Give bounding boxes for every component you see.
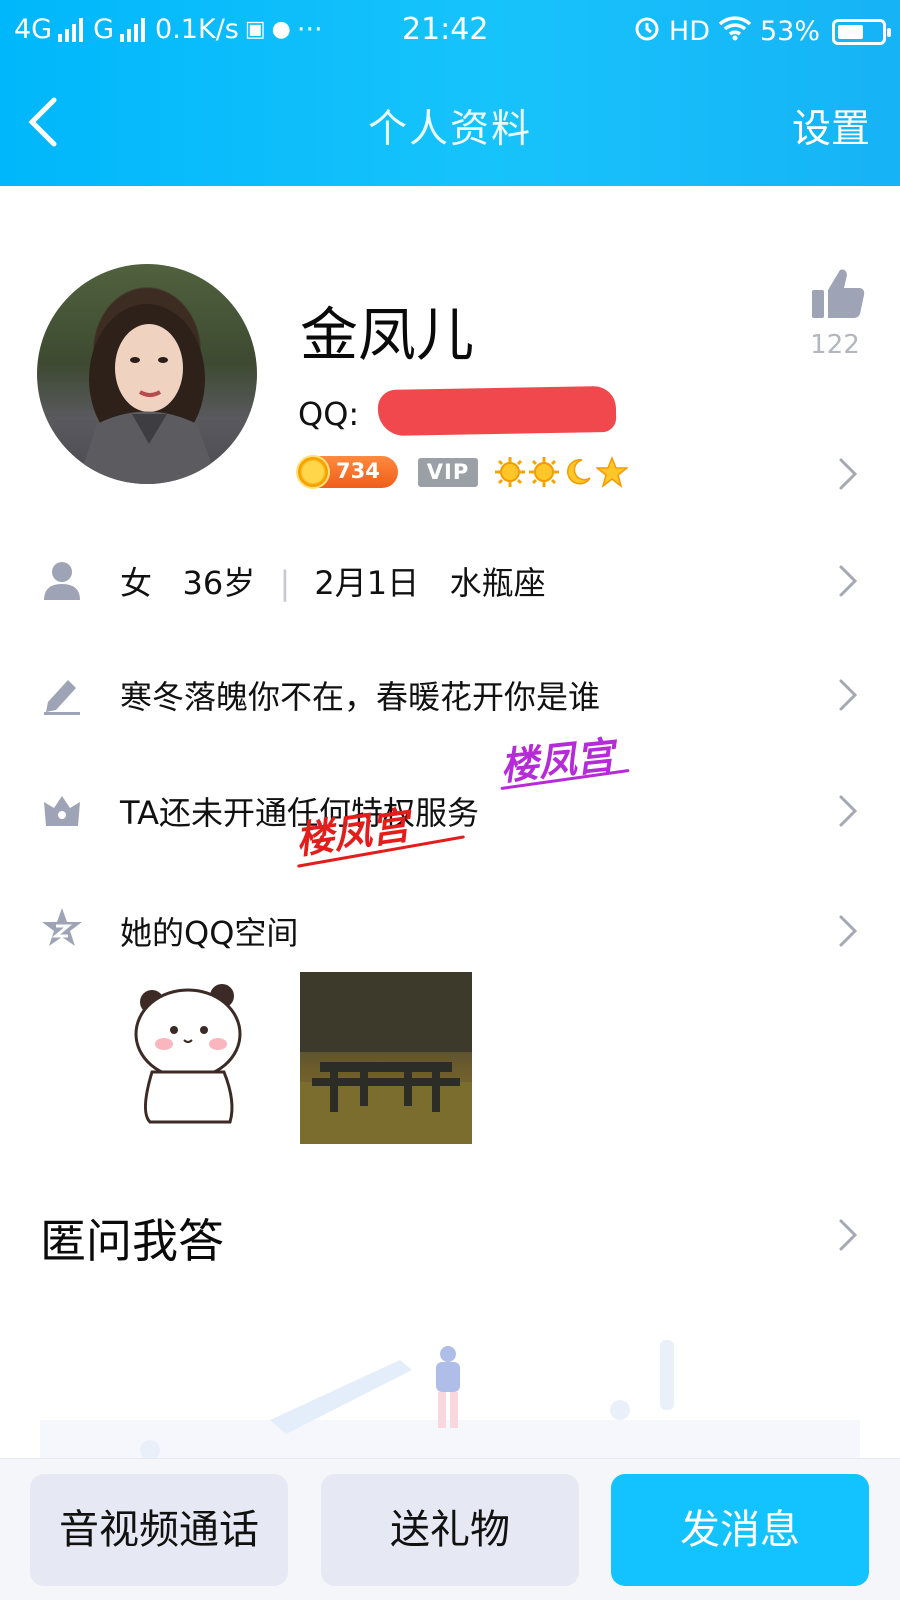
status-left: 4G G 0.1K/s ▣ ● ··· — [14, 14, 323, 45]
battery-percent: 53% — [759, 16, 820, 47]
level-badge[interactable]: 734 — [296, 455, 398, 489]
hd-label: HD — [668, 16, 710, 47]
row-basic-info[interactable]: 女 36岁 | 2月1日 水瓶座 — [0, 540, 900, 620]
header: 4G G 0.1K/s ▣ ● ··· 21:42 HD 53% 个人资料 设置 — [0, 0, 900, 186]
like-button[interactable] — [808, 266, 868, 326]
signature-text: 寒冬落魄你不在，春暖花开你是谁 — [120, 678, 601, 716]
redacted-qq-number — [377, 385, 617, 437]
wifi-icon — [718, 15, 752, 48]
no-sim-icon: ▣ — [244, 17, 266, 42]
net-speed: 0.1K/s — [155, 14, 239, 45]
video-call-button[interactable]: 音视频通话 — [30, 1474, 288, 1586]
chevron-right-icon — [838, 564, 858, 598]
qzone-photo-bear[interactable] — [130, 972, 250, 1132]
signal-icon-2 — [120, 17, 146, 42]
qa-section-title[interactable]: 匿问我答 — [40, 1205, 224, 1271]
status-right: HD 53% — [633, 14, 891, 49]
battery-icon — [832, 18, 891, 45]
divider: | — [279, 564, 291, 602]
page-title: 个人资料 — [367, 107, 532, 152]
thumbs-up-icon — [812, 269, 865, 318]
qzone-star-icon — [40, 906, 84, 950]
settings-button[interactable]: 设置 — [792, 98, 870, 154]
qq-number-label: QQ: — [298, 395, 360, 433]
send-gift-button[interactable]: 送礼物 — [321, 1474, 579, 1586]
chevron-right-icon[interactable] — [838, 1218, 858, 1252]
network-type-2: G — [93, 14, 115, 45]
age: 36岁 — [182, 564, 256, 602]
row-qzone[interactable]: 她的QQ空间 — [0, 890, 900, 970]
like-count: 122 — [810, 330, 860, 360]
wechat-icon: ● — [271, 17, 291, 42]
row-signature[interactable]: 寒冬落魄你不在，春暖花开你是谁 — [0, 654, 900, 734]
level-icons[interactable] — [494, 455, 630, 488]
coin-icon — [296, 455, 330, 489]
pencil-icon — [40, 672, 84, 716]
qzone-text: 她的QQ空间 — [120, 914, 299, 952]
vip-badge[interactable]: VIP — [418, 458, 478, 487]
person-icon — [40, 558, 84, 602]
chevron-right-icon[interactable] — [838, 457, 858, 491]
status-bar: 4G G 0.1K/s ▣ ● ··· 21:42 HD 53% — [0, 0, 900, 64]
network-type: 4G — [14, 14, 53, 45]
alarm-icon — [633, 14, 661, 49]
basic-info-text: 女 36岁 | 2月1日 水瓶座 — [120, 558, 546, 604]
qa-illustration — [40, 1340, 860, 1460]
level-number: 734 — [336, 459, 380, 483]
gender: 女 — [120, 564, 153, 602]
sun-icon — [494, 456, 526, 488]
signal-icon — [58, 17, 84, 42]
birthday: 2月1日 — [314, 564, 420, 602]
profile-name: 金凤儿 — [300, 301, 475, 369]
crown-icon — [40, 788, 84, 832]
avatar[interactable] — [37, 264, 257, 484]
moon-icon — [562, 456, 594, 488]
chevron-right-icon — [838, 678, 858, 712]
star-icon — [594, 455, 630, 488]
chevron-right-icon — [838, 794, 858, 828]
zodiac: 水瓶座 — [449, 564, 546, 602]
clock: 21:42 — [402, 12, 489, 47]
chevron-right-icon — [838, 914, 858, 948]
qzone-photo-bench[interactable] — [300, 972, 472, 1144]
send-message-button[interactable]: 发消息 — [611, 1474, 869, 1586]
sun-icon — [528, 456, 560, 488]
more-icon: ··· — [296, 14, 323, 45]
